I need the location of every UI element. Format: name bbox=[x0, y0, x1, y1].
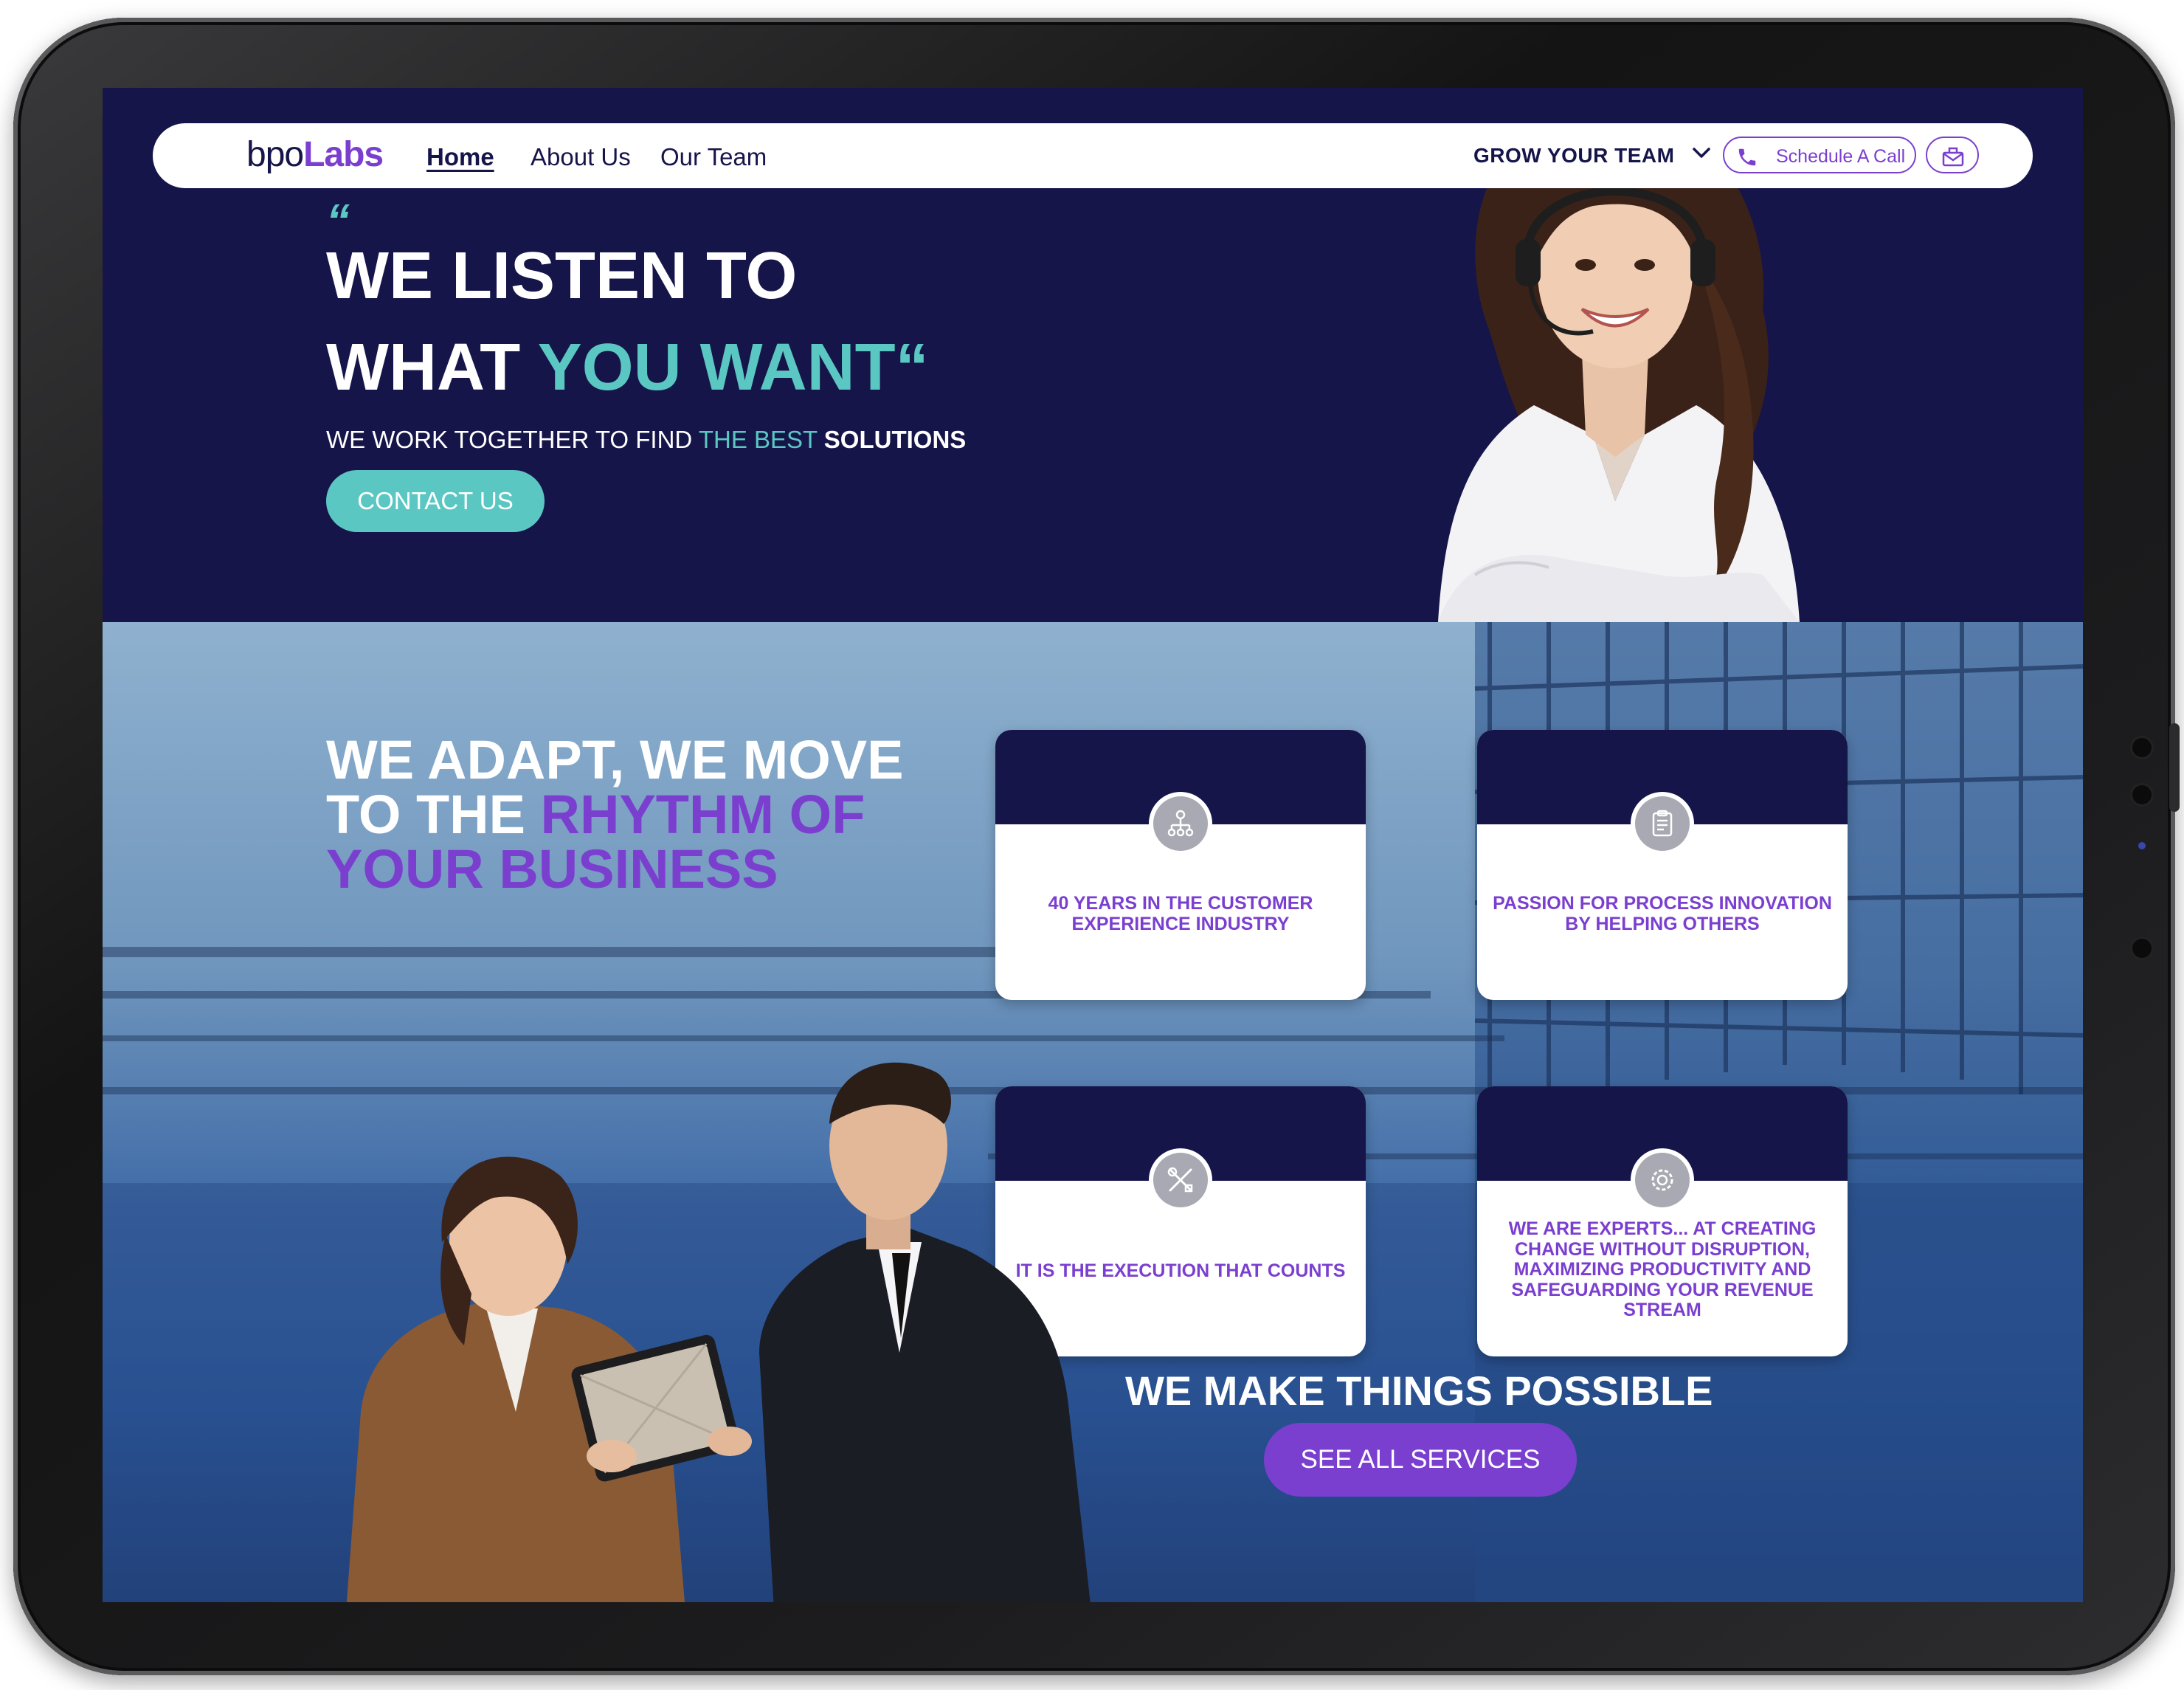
card-text-experts: WE ARE EXPERTS... AT CREATING CHANGE WIT… bbox=[1508, 1218, 1817, 1320]
clipboard-icon bbox=[1635, 796, 1690, 851]
grow-your-team-dropdown[interactable]: GROW YOUR TEAM bbox=[1473, 144, 1674, 168]
chevron-down-icon[interactable] bbox=[1691, 145, 1712, 160]
tablet-screen: “ WE LISTEN TO WHAT YOU WANT“ WE WORK TO… bbox=[103, 88, 2083, 1602]
schedule-call-button[interactable]: Schedule A Call bbox=[1723, 137, 1916, 173]
feature-card-experience: 40 YEARS IN THE CUSTOMER EXPERIENCE INDU… bbox=[995, 730, 1366, 1000]
see-all-services-button[interactable]: SEE ALL SERVICES bbox=[1264, 1423, 1577, 1497]
hero-title-line1-text: WE LISTEN TO bbox=[326, 239, 798, 313]
logo-bpo-text: bpo bbox=[246, 135, 304, 174]
tablet-led bbox=[2138, 842, 2146, 849]
tablet-sensor bbox=[2132, 785, 2152, 804]
tablet-side-button bbox=[2169, 723, 2180, 812]
tools-icon bbox=[1153, 1153, 1208, 1207]
quote-mark: “ bbox=[326, 194, 350, 247]
nav-link-home[interactable]: Home bbox=[426, 143, 494, 171]
mail-icon bbox=[1942, 147, 1964, 167]
services-section: WE ADAPT, WE MOVE TO THE RHYTHM OF YOUR … bbox=[103, 622, 2083, 1602]
org-chart-icon bbox=[1153, 796, 1208, 851]
hero-title-highlight: YOU WANT bbox=[537, 331, 896, 404]
logo-labs-text: Labs bbox=[303, 135, 384, 174]
business-people-image bbox=[346, 1062, 1091, 1602]
section-title-line3: YOUR BUSINESS bbox=[326, 838, 778, 900]
top-nav-bar: bpoLabs Home About Us Our Team GROW YOUR… bbox=[153, 123, 2033, 188]
section-title-line1: WE ADAPT, WE MOVE bbox=[326, 729, 904, 790]
email-button[interactable] bbox=[1926, 137, 1979, 173]
hero-title-line2: WHAT YOU WANT“ bbox=[326, 334, 929, 401]
tagline-heading: WE MAKE THINGS POSSIBLE bbox=[1125, 1367, 1713, 1414]
hero-quote-close: “ bbox=[895, 331, 929, 404]
card-text-experience: 40 YEARS IN THE CUSTOMER EXPERIENCE INDU… bbox=[1048, 893, 1313, 934]
contact-us-button[interactable]: CONTACT US bbox=[326, 470, 545, 532]
hero-subtitle-a: WE WORK TOGETHER TO FIND bbox=[326, 426, 699, 453]
section-title-line2-a: TO THE bbox=[326, 784, 541, 845]
nav-link-about-us[interactable]: About Us bbox=[531, 143, 631, 171]
hero-title-line1: WE LISTEN TO bbox=[326, 243, 797, 309]
tablet-mic bbox=[2132, 939, 2152, 958]
gear-icon bbox=[1635, 1153, 1690, 1207]
bpolabs-logo[interactable]: bpoLabs bbox=[246, 134, 384, 175]
section-title-line2-b: RHYTHM OF bbox=[540, 784, 865, 845]
section-title-line2: TO THE RHYTHM OF bbox=[326, 787, 865, 842]
hero-subtitle-c: SOLUTIONS bbox=[823, 426, 967, 453]
hero-subtitle: WE WORK TOGETHER TO FIND THE BEST SOLUTI… bbox=[326, 426, 966, 454]
nav-link-our-team[interactable]: Our Team bbox=[660, 143, 767, 171]
phone-icon bbox=[1738, 148, 1756, 166]
schedule-call-label: Schedule A Call bbox=[1776, 146, 1906, 167]
hero-title-line2-a: WHAT bbox=[326, 331, 538, 404]
card-text-innovation: PASSION FOR PROCESS INNOVATION BY HELPIN… bbox=[1493, 893, 1832, 934]
feature-card-innovation: PASSION FOR PROCESS INNOVATION BY HELPIN… bbox=[1477, 730, 1848, 1000]
feature-card-experts: WE ARE EXPERTS... AT CREATING CHANGE WIT… bbox=[1477, 1086, 1848, 1356]
tablet-camera bbox=[2132, 738, 2152, 757]
hero-subtitle-b: THE BEST bbox=[698, 426, 824, 453]
